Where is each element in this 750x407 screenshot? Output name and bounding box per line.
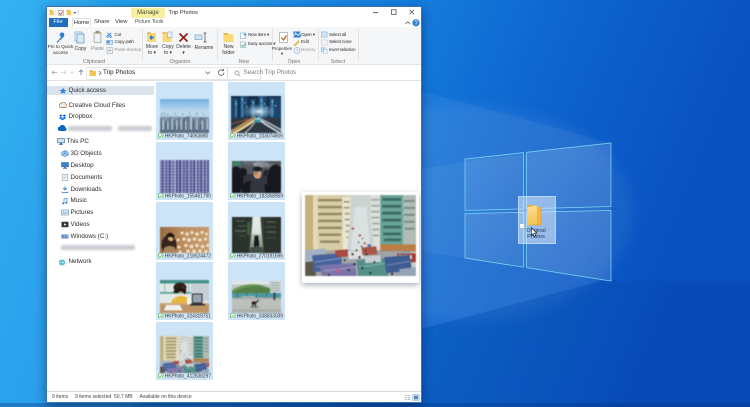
svg-text:?: ? <box>414 20 418 27</box>
